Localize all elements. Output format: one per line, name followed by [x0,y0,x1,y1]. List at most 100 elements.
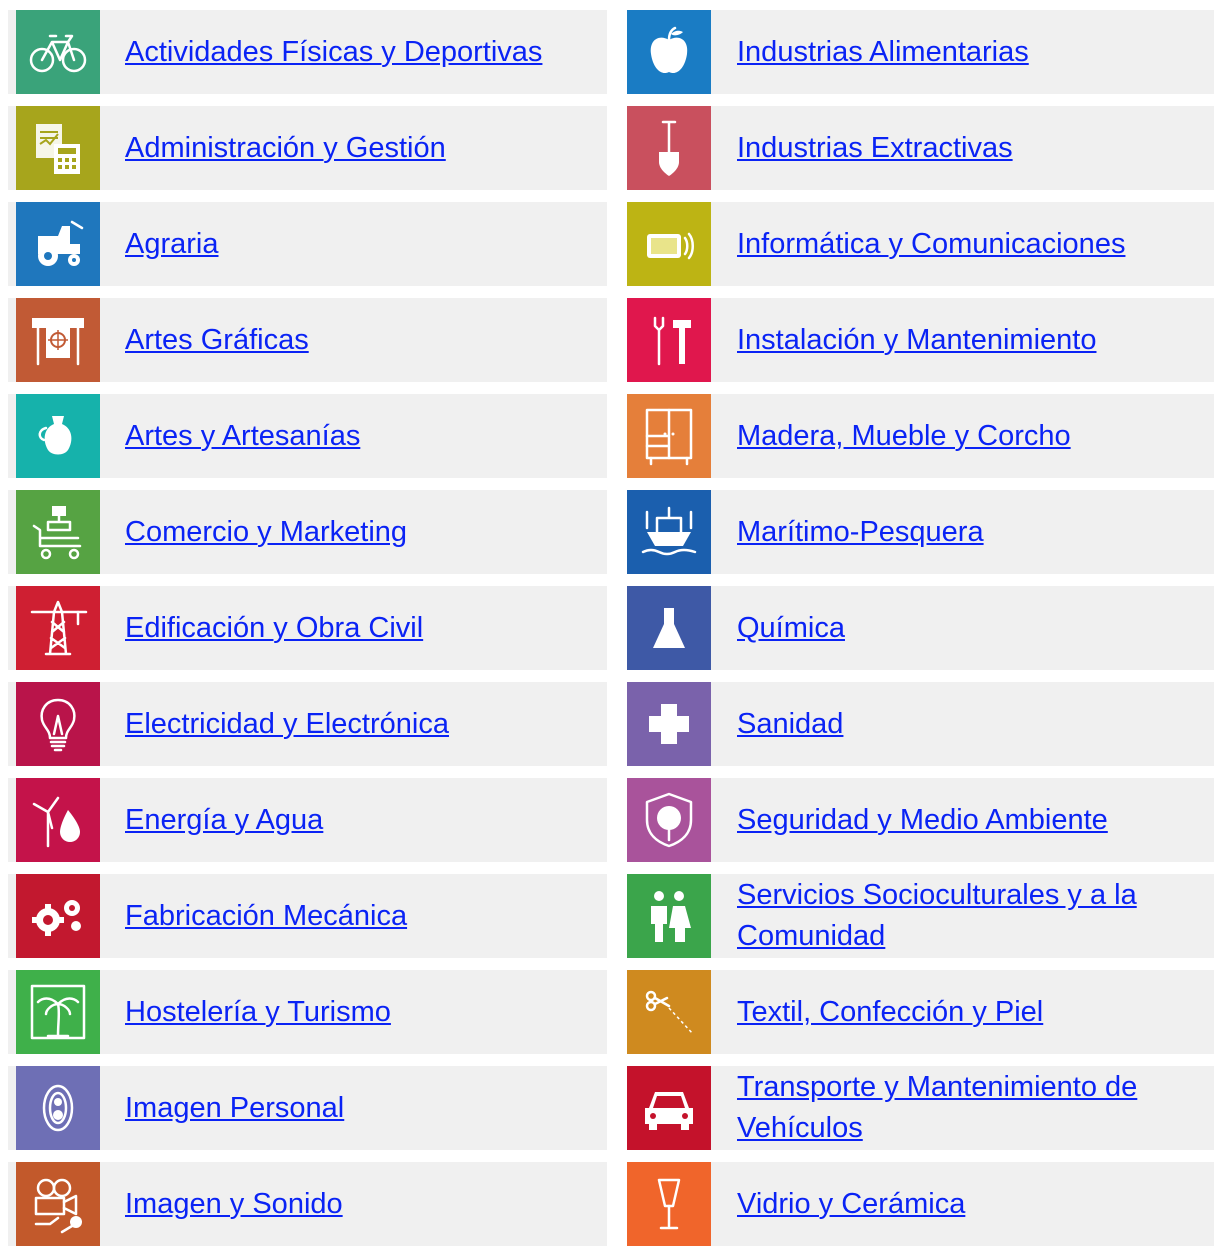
category-label-container: Administración y Gestión [125,106,585,190]
glass-icon[interactable] [627,1162,711,1246]
category-link-madera-mueble-y-corcho[interactable]: Madera, Mueble y Corcho [737,416,1071,457]
category-link-comercio-y-marketing[interactable]: Comercio y Marketing [125,512,407,553]
palm-tree-icon[interactable] [16,970,100,1054]
cart-icon[interactable] [16,490,100,574]
category-label-container: Marítimo-Pesquera [737,490,1197,574]
category-label-container: Química [737,586,1197,670]
category-link-imagen-y-sonido[interactable]: Imagen y Sonido [125,1184,343,1225]
tools-icon[interactable] [627,298,711,382]
gears-icon[interactable] [16,874,100,958]
mirror-icon[interactable] [16,1066,100,1150]
category-link-hosteleria-y-turismo[interactable]: Hostelería y Turismo [125,992,391,1033]
category-row-hosteleria-y-turismo: Hostelería y Turismo [8,970,607,1054]
car-icon[interactable] [627,1066,711,1150]
category-row-artes-y-artesanias: Artes y Artesanías [8,394,607,478]
category-row-instalacion-y-mantenimiento: Instalación y Mantenimiento [627,298,1214,382]
category-row-electricidad-y-electronica: Electricidad y Electrónica [8,682,607,766]
category-link-imagen-personal[interactable]: Imagen Personal [125,1088,344,1129]
shovel-icon[interactable] [627,106,711,190]
category-row-comercio-y-marketing: Comercio y Marketing [8,490,607,574]
category-label-container: Imagen y Sonido [125,1162,585,1246]
category-link-transporte-y-mantenimiento-de-vehiculos[interactable]: Transporte y Mantenimiento de Vehículos [737,1067,1197,1149]
category-row-imagen-y-sonido: Imagen y Sonido [8,1162,607,1246]
category-label-container: Imagen Personal [125,1066,585,1150]
category-link-informatica-y-comunicaciones[interactable]: Informática y Comunicaciones [737,224,1125,265]
category-link-energia-y-agua[interactable]: Energía y Agua [125,800,323,841]
category-link-instalacion-y-mantenimiento[interactable]: Instalación y Mantenimiento [737,320,1096,361]
category-row-energia-y-agua: Energía y Agua [8,778,607,862]
shield-tree-icon[interactable] [627,778,711,862]
category-label-container: Industrias Alimentarias [737,10,1197,94]
category-link-administracion-y-gestion[interactable]: Administración y Gestión [125,128,446,169]
category-label-container: Transporte y Mantenimiento de Vehículos [737,1066,1197,1150]
category-row-fabricacion-mecanica: Fabricación Mecánica [8,874,607,958]
category-row-administracion-y-gestion: Administración y Gestión [8,106,607,190]
category-label-container: Energía y Agua [125,778,585,862]
category-row-industrias-extractivas: Industrias Extractivas [627,106,1214,190]
people-icon[interactable] [627,874,711,958]
category-link-artes-y-artesanias[interactable]: Artes y Artesanías [125,416,360,457]
category-row-artes-graficas: Artes Gráficas [8,298,607,382]
wind-water-icon[interactable] [16,778,100,862]
category-label-container: Agraria [125,202,585,286]
category-label-container: Seguridad y Medio Ambiente [737,778,1197,862]
category-row-servicios-socioculturales-y-a-la-comunidad: Servicios Socioculturales y a la Comunid… [627,874,1214,958]
category-row-sanidad: Sanidad [627,682,1214,766]
category-row-actividades-fisicas-y-deportivas: Actividades Físicas y Deportivas [8,10,607,94]
category-label-container: Comercio y Marketing [125,490,585,574]
category-label-container: Industrias Extractivas [737,106,1197,190]
medical-cross-icon[interactable] [627,682,711,766]
category-link-maritimo-pesquera[interactable]: Marítimo-Pesquera [737,512,984,553]
lightbulb-icon[interactable] [16,682,100,766]
category-label-container: Informática y Comunicaciones [737,202,1197,286]
category-row-maritimo-pesquera: Marítimo-Pesquera [627,490,1214,574]
category-label-container: Actividades Físicas y Deportivas [125,10,585,94]
apple-icon[interactable] [627,10,711,94]
category-link-electricidad-y-electronica[interactable]: Electricidad y Electrónica [125,704,449,745]
category-label-container: Vidrio y Cerámica [737,1162,1197,1246]
category-label-container: Electricidad y Electrónica [125,682,585,766]
category-label-container: Madera, Mueble y Corcho [737,394,1197,478]
category-link-fabricacion-mecanica[interactable]: Fabricación Mecánica [125,896,407,937]
tractor-icon[interactable] [16,202,100,286]
category-label-container: Instalación y Mantenimiento [737,298,1197,382]
category-link-vidrio-y-ceramica[interactable]: Vidrio y Cerámica [737,1184,965,1225]
category-label-container: Fabricación Mecánica [125,874,585,958]
plotter-icon[interactable] [16,298,100,382]
category-row-informatica-y-comunicaciones: Informática y Comunicaciones [627,202,1214,286]
category-row-vidrio-y-ceramica: Vidrio y Cerámica [627,1162,1214,1246]
category-label-container: Artes y Artesanías [125,394,585,478]
category-row-textil-confeccion-y-piel: Textil, Confección y Piel [627,970,1214,1054]
category-row-madera-mueble-y-corcho: Madera, Mueble y Corcho [627,394,1214,478]
bicycle-icon[interactable] [16,10,100,94]
tablet-wireless-icon[interactable] [627,202,711,286]
category-link-industrias-extractivas[interactable]: Industrias Extractivas [737,128,1013,169]
category-link-quimica[interactable]: Química [737,608,845,649]
vase-icon[interactable] [16,394,100,478]
category-label-container: Edificación y Obra Civil [125,586,585,670]
category-link-artes-graficas[interactable]: Artes Gráficas [125,320,309,361]
category-row-imagen-personal: Imagen Personal [8,1066,607,1150]
category-link-textil-confeccion-y-piel[interactable]: Textil, Confección y Piel [737,992,1043,1033]
category-label-container: Hostelería y Turismo [125,970,585,1054]
category-label-container: Servicios Socioculturales y a la Comunid… [737,874,1197,958]
category-label-container: Sanidad [737,682,1197,766]
scissors-icon[interactable] [627,970,711,1054]
category-link-seguridad-y-medio-ambiente[interactable]: Seguridad y Medio Ambiente [737,800,1108,841]
category-link-actividades-fisicas-y-deportivas[interactable]: Actividades Físicas y Deportivas [125,32,542,73]
category-link-industrias-alimentarias[interactable]: Industrias Alimentarias [737,32,1029,73]
flask-icon[interactable] [627,586,711,670]
camera-microphone-icon[interactable] [16,1162,100,1246]
boat-icon[interactable] [627,490,711,574]
category-row-agraria: Agraria [8,202,607,286]
category-link-servicios-socioculturales-y-a-la-comunidad[interactable]: Servicios Socioculturales y a la Comunid… [737,875,1197,957]
crane-icon[interactable] [16,586,100,670]
category-link-agraria[interactable]: Agraria [125,224,219,265]
wardrobe-icon[interactable] [627,394,711,478]
category-link-sanidad[interactable]: Sanidad [737,704,843,745]
category-row-quimica: Química [627,586,1214,670]
category-link-edificacion-y-obra-civil[interactable]: Edificación y Obra Civil [125,608,423,649]
document-calculator-icon[interactable] [16,106,100,190]
left-column: Actividades Físicas y Deportivas Administ… [8,10,607,1258]
category-label-container: Artes Gráficas [125,298,585,382]
